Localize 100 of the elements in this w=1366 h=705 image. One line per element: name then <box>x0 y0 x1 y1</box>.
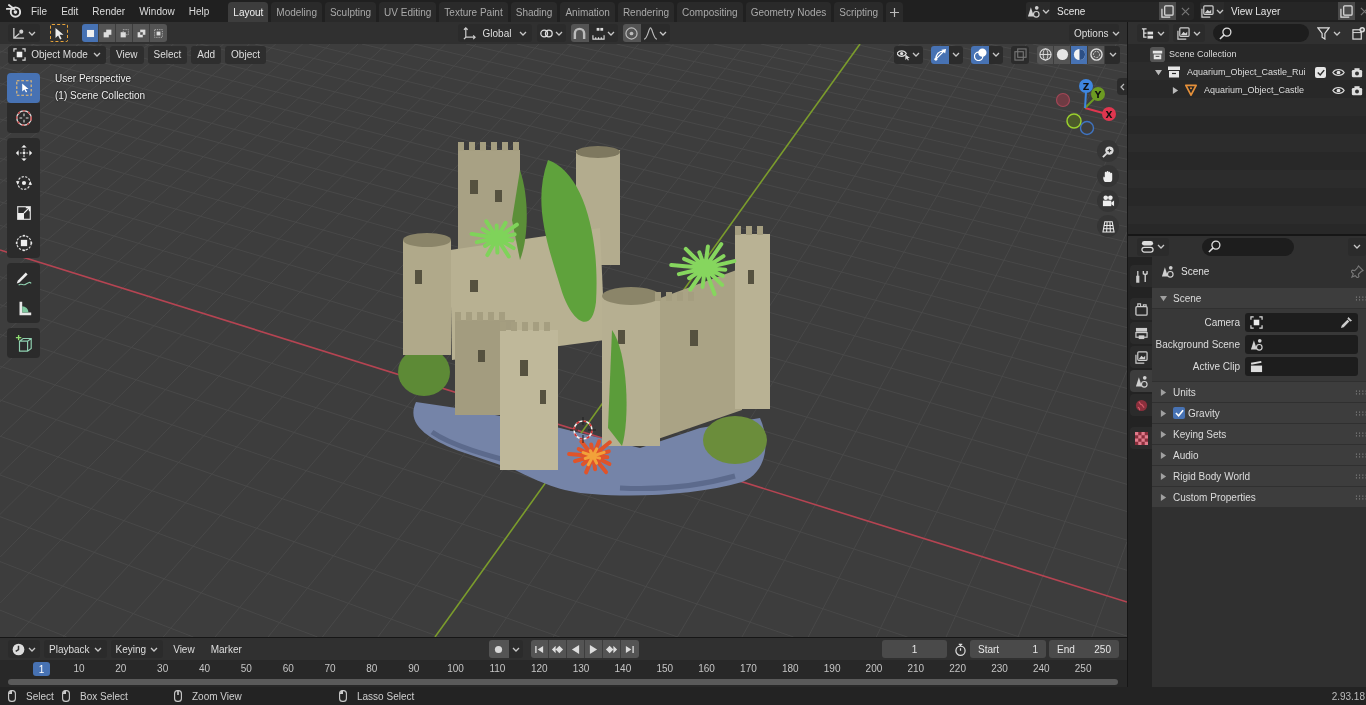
falloff-dropdown[interactable] <box>640 24 670 42</box>
workspace-tab[interactable]: Rendering <box>617 2 675 22</box>
options-dropdown[interactable]: Options <box>1069 24 1119 42</box>
select-mode-button[interactable] <box>116 24 133 42</box>
editor-type-button[interactable] <box>8 24 40 42</box>
preview-range-button[interactable] <box>953 642 967 656</box>
header-menu[interactable]: Object <box>225 45 266 64</box>
properties-tab[interactable] <box>1130 346 1152 368</box>
axis-dot-icon[interactable] <box>1079 120 1095 136</box>
overlays-toggle[interactable] <box>971 45 989 64</box>
app-menu[interactable]: Edit <box>54 1 86 21</box>
header-menu[interactable]: View <box>110 45 144 64</box>
properties-tab[interactable] <box>1130 265 1152 287</box>
properties-tab[interactable] <box>1130 370 1152 392</box>
header-dropdown[interactable]: Keying <box>110 640 164 658</box>
axis-dot-icon[interactable] <box>1055 92 1071 108</box>
search-field[interactable] <box>1213 24 1309 42</box>
properties-tab[interactable] <box>1130 322 1152 344</box>
eye-icon[interactable] <box>1332 67 1345 77</box>
camera-view-button[interactable] <box>1097 190 1119 212</box>
tool-button[interactable] <box>7 263 40 293</box>
new-view-layer-button[interactable] <box>1338 2 1355 20</box>
tool-button[interactable] <box>7 138 40 168</box>
zoom-button[interactable] <box>1097 140 1119 162</box>
eye-icon[interactable] <box>1332 85 1345 95</box>
app-menu[interactable]: Window <box>132 1 182 21</box>
app-menu[interactable]: Help <box>181 1 217 21</box>
app-menu[interactable]: Render <box>85 1 133 21</box>
visibility-dropdown[interactable] <box>894 45 923 64</box>
active-tool-button[interactable] <box>50 24 68 42</box>
shading-mode-button[interactable] <box>1054 45 1071 64</box>
outliner-item-label[interactable]: Aquarium_Object_Castle_Rui <box>1187 67 1306 77</box>
tool-button[interactable] <box>7 103 40 133</box>
header-menu[interactable]: Select <box>147 45 188 64</box>
workspace-tab[interactable]: Geometry Nodes <box>745 2 832 22</box>
app-menu[interactable]: File <box>24 1 55 21</box>
view-layer-dropdown[interactable] <box>1173 24 1205 42</box>
triangle-down-icon[interactable] <box>1155 68 1162 76</box>
view-layer-name-field[interactable]: View Layer <box>1224 2 1338 20</box>
header-dropdown[interactable]: Playback <box>44 640 107 658</box>
triangle-right-icon[interactable] <box>1172 86 1179 94</box>
workspace-tab[interactable]: Sculpting <box>324 2 377 22</box>
auto-keying-toggle[interactable] <box>488 640 509 658</box>
grip-icon[interactable] <box>1355 295 1366 301</box>
select-mode-button[interactable] <box>133 24 150 42</box>
current-frame-field[interactable]: 1 <box>882 640 947 658</box>
editor-type-button[interactable] <box>1137 237 1169 256</box>
header-menu[interactable]: Add <box>191 45 222 64</box>
camera-icon[interactable] <box>1351 66 1363 78</box>
shading-mode-button[interactable] <box>1037 45 1054 64</box>
shading-mode-button[interactable] <box>1071 45 1088 64</box>
projection-button[interactable] <box>1097 215 1119 237</box>
camera-icon[interactable] <box>1351 84 1363 96</box>
workspace-tab[interactable]: Scripting <box>834 2 884 22</box>
end-frame-field[interactable]: End 250 <box>1049 640 1119 658</box>
checkbox[interactable] <box>1173 407 1185 419</box>
pivot-dropdown[interactable] <box>536 24 566 42</box>
pan-button[interactable] <box>1097 165 1119 187</box>
picker-field[interactable] <box>1245 312 1358 332</box>
overlays-dropdown[interactable] <box>989 45 1003 64</box>
editor-type-button[interactable] <box>8 640 40 658</box>
axis-handle[interactable]: Z <box>1079 79 1093 109</box>
new-collection-button[interactable] <box>1349 24 1366 42</box>
grip-icon[interactable] <box>1355 431 1366 437</box>
grip-icon[interactable] <box>1355 452 1366 458</box>
view-layer-browse-button[interactable] <box>1200 2 1224 20</box>
scrollbar[interactable] <box>8 679 1118 685</box>
workspace-tab[interactable]: Texture Paint <box>439 2 508 22</box>
search-field[interactable] <box>1202 237 1294 256</box>
workspace-tab[interactable]: Modeling <box>271 2 322 22</box>
eyedropper-icon[interactable] <box>1340 315 1353 329</box>
shading-dropdown[interactable] <box>1105 45 1120 64</box>
tool-button[interactable] <box>7 228 40 258</box>
add-workspace-button[interactable] <box>886 2 904 22</box>
3d-cursor-icon[interactable] <box>569 416 597 444</box>
jump-start-button[interactable] <box>530 640 549 658</box>
header-menu[interactable]: View <box>167 640 201 658</box>
3d-viewport[interactable]: Global Options Object Mode View Select Add Object User Perspective (1) Scene Collection X Y Z <box>0 22 1127 637</box>
xray-toggle[interactable] <box>1011 45 1029 64</box>
select-mode-button[interactable] <box>150 24 167 42</box>
header-menu[interactable]: Marker <box>204 640 248 658</box>
gizmo-toggle[interactable] <box>931 45 949 64</box>
workspace-tab[interactable]: UV Editing <box>379 2 437 22</box>
scene-name-field[interactable]: Scene <box>1050 2 1159 20</box>
grip-icon[interactable] <box>1355 473 1366 479</box>
workspace-tab[interactable]: Compositing <box>677 2 743 22</box>
grip-icon[interactable] <box>1355 410 1366 416</box>
select-mode-button[interactable] <box>82 24 99 42</box>
display-mode-dropdown[interactable] <box>1137 24 1169 42</box>
start-frame-field[interactable]: Start 1 <box>970 640 1046 658</box>
select-mode-button[interactable] <box>99 24 116 42</box>
tool-button[interactable] <box>7 328 40 358</box>
shading-mode-button[interactable] <box>1088 45 1105 64</box>
gizmo-dropdown[interactable] <box>949 45 963 64</box>
properties-tab[interactable] <box>1130 427 1152 449</box>
snap-target-dropdown[interactable] <box>588 24 618 42</box>
outliner-item-label[interactable]: Aquarium_Object_Castle <box>1204 85 1305 95</box>
workspace-tab[interactable]: Animation <box>560 2 615 22</box>
tool-button[interactable] <box>7 293 40 323</box>
workspace-tab[interactable]: Layout <box>228 2 269 22</box>
